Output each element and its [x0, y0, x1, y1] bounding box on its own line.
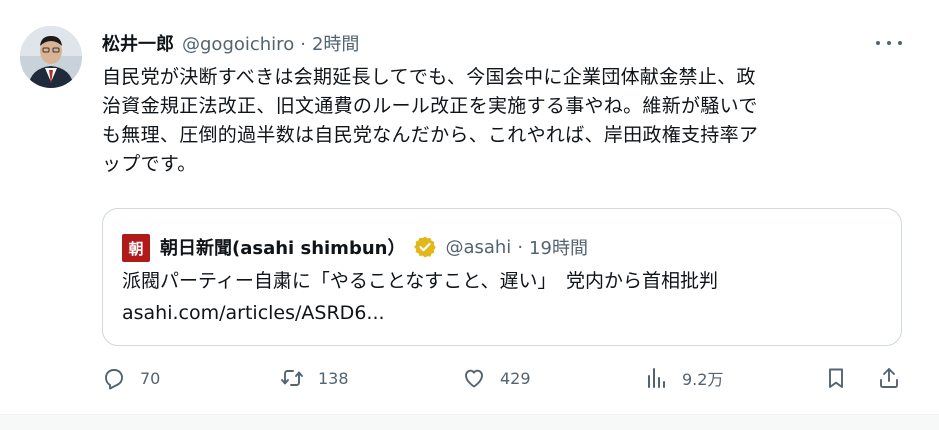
- share-icon: [880, 368, 898, 388]
- views-button[interactable]: 9.2万: [644, 366, 723, 390]
- like-button[interactable]: 429: [462, 366, 531, 390]
- quoted-text: 派閥パーティー自粛に「やることなすこと、遅い」 党内から首相批判: [122, 270, 719, 292]
- like-count: 429: [500, 368, 531, 388]
- tweet-timestamp[interactable]: 2時間: [312, 30, 359, 56]
- quoted-author-name: 朝日新聞(asahi shimbun）: [160, 238, 406, 259]
- reply-count: 70: [140, 368, 161, 388]
- tweet-text: 自民党が決断すべきは会期延長してでも、今国会中に企業団体献金禁止、政 治資金規正…: [102, 66, 759, 175]
- reply-icon: [105, 369, 123, 390]
- author-name[interactable]: 松井一郎: [102, 30, 174, 56]
- tweet-header: 松井一郎 @gogoichiro · 2時間: [102, 30, 359, 56]
- more-options-icon[interactable]: [876, 36, 902, 50]
- views-icon: [648, 368, 665, 388]
- author-handle[interactable]: @gogoichiro: [182, 34, 294, 55]
- bookmark-icon: [829, 368, 843, 388]
- share-button[interactable]: [877, 366, 901, 390]
- reply-button[interactable]: 70: [102, 366, 160, 390]
- avatar[interactable]: [20, 26, 82, 88]
- separator-dot: ·: [300, 34, 306, 55]
- bookmark-button[interactable]: [824, 366, 848, 390]
- verified-badge-icon: [414, 236, 437, 258]
- retweet-icon: [281, 370, 303, 386]
- quoted-author-handle: @asahi: [445, 236, 512, 258]
- retweet-count: 138: [318, 368, 349, 388]
- quoted-timestamp: 19時間: [529, 238, 588, 259]
- retweet-button[interactable]: 138: [280, 366, 349, 390]
- tweet[interactable]: 松井一郎 @gogoichiro · 2時間 自民党が決断すべきは会期延長してで…: [0, 0, 939, 414]
- quoted-avatar[interactable]: 朝: [122, 234, 150, 262]
- action-bar: 70 138 429 9.2万: [102, 366, 902, 396]
- views-count: 9.2万: [682, 370, 724, 389]
- quoted-link[interactable]: asahi.com/articles/ASRD6...: [122, 299, 385, 328]
- quoted-separator-dot: ·: [517, 236, 524, 258]
- heart-icon: [465, 369, 483, 388]
- divider: [0, 414, 939, 430]
- avatar-photo: [20, 26, 82, 88]
- quoted-tweet[interactable]: 朝 朝日新聞(asahi shimbun） @asahi · 19時間 派閥パー…: [102, 208, 902, 346]
- quoted-header: 朝日新聞(asahi shimbun） @asahi · 19時間: [160, 234, 588, 260]
